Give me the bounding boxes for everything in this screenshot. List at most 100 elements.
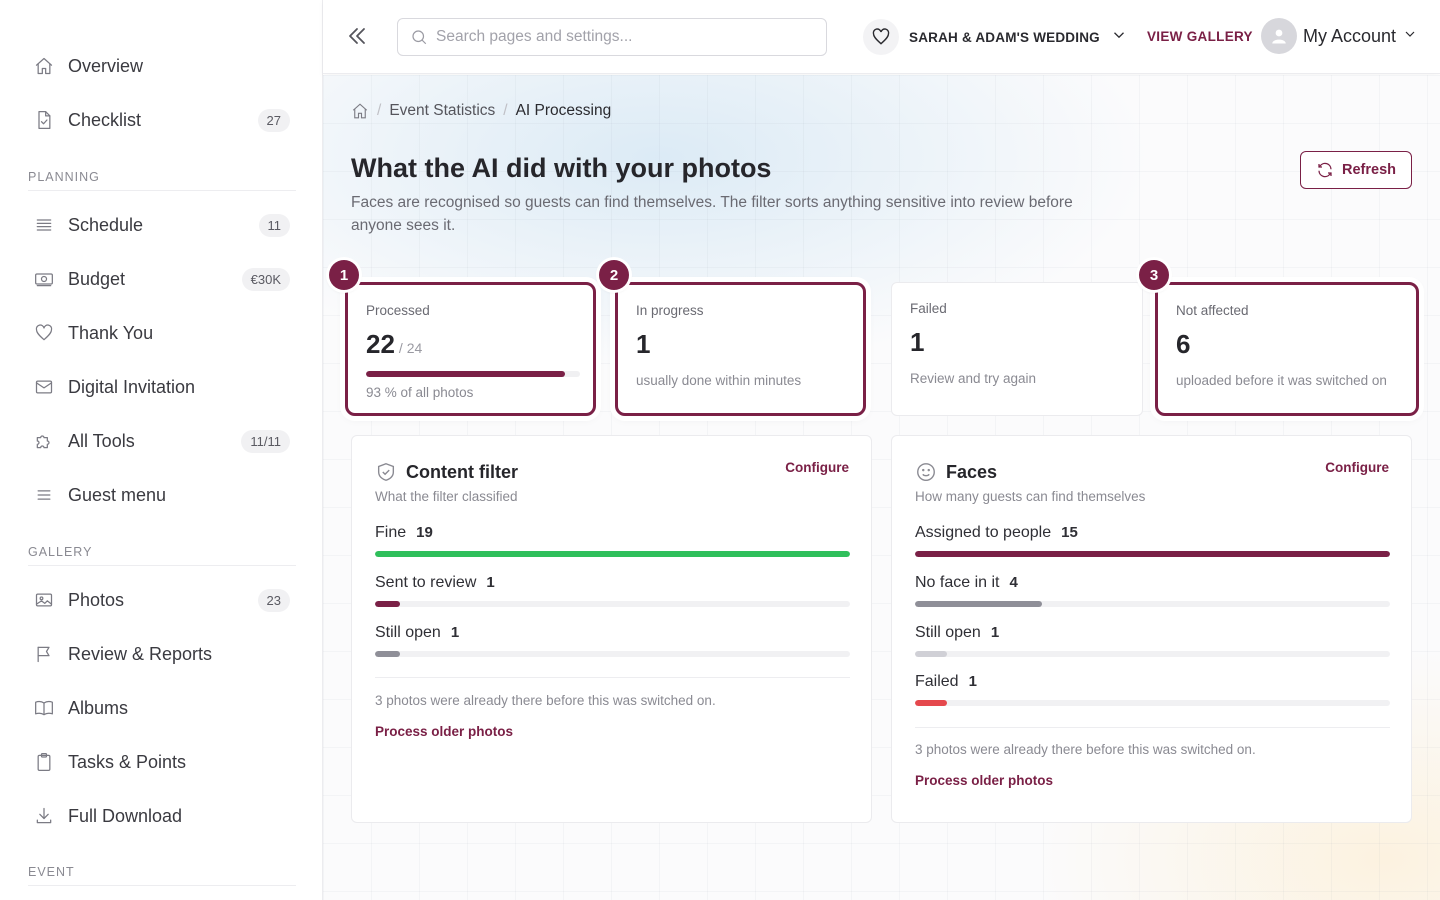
row-bar (375, 551, 850, 557)
home-icon[interactable] (351, 102, 369, 120)
faces-row-assigned: Assigned to people 15 (915, 524, 1390, 557)
account-name: My Account (1303, 25, 1397, 46)
sidebar-item-label: All Tools (68, 430, 135, 451)
page-subtitle: Faces are recognised so guests can find … (351, 194, 1073, 234)
sidebar-item-full-download[interactable]: Full Download (28, 794, 294, 838)
faces-row-failed: Failed 1 (915, 673, 1390, 706)
sidebar-item-digital-invitation[interactable]: Digital Invitation (28, 365, 294, 409)
sidebar-item-all-tools[interactable]: All Tools 11/11 (28, 419, 294, 463)
count-badge: 23 (257, 588, 290, 612)
panel-subtitle: What the filter classified (375, 489, 518, 504)
step-badge-3: 3 (1139, 260, 1169, 290)
stat-label: Failed (910, 301, 947, 316)
sidebar-item-photos[interactable]: Photos 23 (28, 578, 294, 622)
refresh-button[interactable]: Refresh (1300, 151, 1412, 189)
view-gallery-link[interactable]: VIEW GALLERY (1147, 29, 1253, 44)
row-bar-fill (915, 551, 1390, 557)
account-menu[interactable]: My Account (1261, 18, 1418, 54)
stat-label: In progress (636, 303, 704, 318)
row-bar-fill (915, 651, 947, 657)
count-badge: 27 (257, 108, 290, 132)
row-bar-fill (915, 700, 947, 706)
stat-label: Not affected (1176, 303, 1249, 318)
sidebar-item-budget[interactable]: Budget €30K (28, 257, 294, 301)
stat-card-failed: Failed 1 Review and try again (891, 282, 1143, 416)
sidebar-item-label: Checklist (68, 109, 142, 130)
process-older-photos-link[interactable]: Process older photos (375, 724, 513, 739)
row-value: 4 (1009, 574, 1018, 591)
double-chevron-left-icon (349, 28, 365, 44)
topbar: SARAH & ADAM'S WEDDING VIEW GALLERY My A… (323, 0, 1440, 74)
page-title: What the AI did with your photos (351, 153, 772, 183)
stat-value: 1 (636, 329, 651, 359)
stat-value: 22/ 24 (366, 329, 423, 359)
sidebar-item-tasks-points[interactable]: Tasks & Points (28, 740, 294, 784)
search-input[interactable] (436, 28, 796, 46)
panel-title: Content filter (406, 461, 518, 482)
divider (375, 677, 850, 678)
filter-row-fine: Fine 19 (375, 524, 850, 557)
configure-content-filter-link[interactable]: Configure (785, 460, 849, 475)
row-bar (915, 700, 1390, 706)
row-value: 1 (990, 624, 1000, 641)
sidebar-item-overview[interactable]: Overview (28, 44, 294, 88)
row-label: Still open (375, 624, 441, 641)
chevron-down-icon (1100, 26, 1128, 49)
step-badge-2: 2 (599, 260, 629, 290)
row-bar (375, 601, 850, 607)
clipboard-icon (32, 750, 56, 774)
stat-total: / 24 (398, 340, 423, 356)
main-content: / Event Statistics / AI Processing What … (323, 75, 1440, 900)
sidebar-item-schedule[interactable]: Schedule 11 (28, 203, 294, 247)
processed-progress-bar (366, 371, 580, 377)
panel-header: Content filter (375, 461, 518, 483)
row-bar (915, 651, 1390, 657)
process-older-photos-link[interactable]: Process older photos (915, 773, 1053, 788)
section-title-planning: PLANNING (28, 170, 296, 191)
avatar (1261, 18, 1297, 54)
heart-icon (32, 321, 56, 345)
sidebar-item-label: Budget (68, 268, 126, 289)
smiley-face-icon (917, 463, 935, 481)
row-bar-fill (375, 551, 850, 557)
event-switcher[interactable]: SARAH & ADAM'S WEDDING (863, 18, 1128, 56)
panel-header: Faces (915, 461, 997, 483)
row-value: 1 (450, 624, 460, 641)
sidebar-item-label: Tasks & Points (68, 751, 187, 772)
download-icon (32, 804, 56, 828)
puzzle-icon (32, 429, 56, 453)
sidebar-item-checklist[interactable]: Checklist 27 (28, 98, 294, 142)
sidebar-item-albums[interactable]: Albums (28, 686, 294, 730)
event-name: SARAH & ADAM'S WEDDING (909, 29, 1100, 45)
row-label: Assigned to people (915, 524, 1052, 541)
configure-faces-link[interactable]: Configure (1325, 460, 1389, 475)
breadcrumb-separator: / (503, 102, 508, 119)
row-bar-fill (915, 601, 1042, 607)
stat-card-in-progress: In progress 1 usually done within minute… (615, 282, 866, 416)
breadcrumb-event-statistics[interactable]: Event Statistics (389, 102, 495, 120)
breadcrumb-separator: / (377, 102, 382, 119)
row-label: Sent to review (375, 574, 477, 591)
panel-note: 3 photos were already there before this … (375, 693, 716, 708)
stat-card-not-affected: Not affected 6 uploaded before it was sw… (1155, 282, 1419, 416)
faces-row-no-face: No face in it 4 (915, 574, 1390, 607)
stat-label: Processed (366, 303, 430, 318)
sidebar-item-thank-you[interactable]: Thank You (28, 311, 294, 355)
faces-panel: Faces Configure How many guests can find… (891, 435, 1412, 823)
row-value: 1 (968, 673, 977, 690)
image-icon (32, 588, 56, 612)
stat-percent: 93 % of all photos (366, 385, 474, 400)
row-label: No face in it (915, 574, 1000, 591)
sidebar-item-guest-menu[interactable]: Guest menu (28, 473, 294, 517)
user-icon (1272, 29, 1286, 44)
money-icon (32, 267, 56, 291)
row-bar-fill (375, 601, 401, 607)
stat-value: 1 (910, 327, 925, 357)
sidebar-item-label: Review & Reports (68, 643, 213, 664)
collapse-sidebar-button[interactable] (345, 24, 371, 50)
panel-subtitle: How many guests can find themselves (915, 489, 1146, 504)
breadcrumb: / Event Statistics / AI Processing (351, 102, 611, 120)
stat-card-processed: Processed 22/ 24 93 % of all photos (345, 282, 596, 416)
sidebar-item-review-reports[interactable]: Review & Reports (28, 632, 294, 676)
stat-note: usually done within minutes (636, 373, 802, 388)
